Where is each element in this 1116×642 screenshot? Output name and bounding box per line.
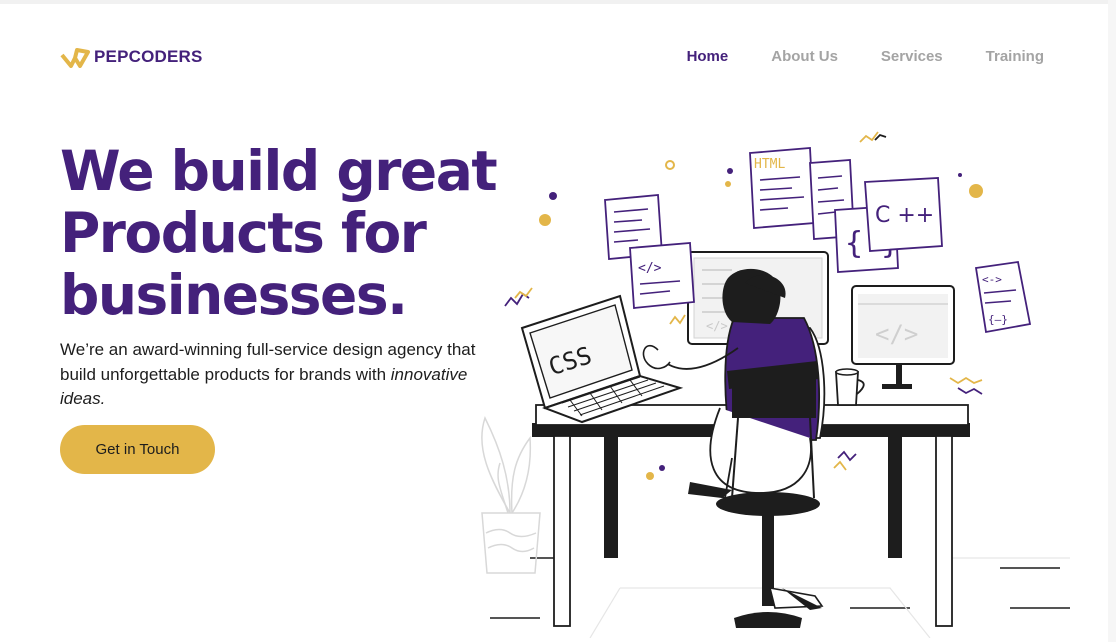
doc-html-label: HTML (754, 157, 785, 172)
get-in-touch-button[interactable]: Get in Touch (60, 425, 215, 474)
hero-title-line-1: We build great (60, 139, 498, 203)
right-monitor: </> (851, 285, 955, 389)
scrollbar-track[interactable] (1108, 0, 1116, 642)
doc-cpp-label: C ++ (875, 203, 934, 228)
developer-at-desk-illustration: CSS </> </> </> HTML {C ++ <-> {—} (481, 131, 1070, 638)
plant-pot-icon (481, 416, 541, 574)
nav-link-services[interactable]: Services (881, 48, 943, 65)
monitor-code-tag-right: </> (875, 320, 918, 348)
nav-link-home[interactable]: Home (687, 48, 729, 65)
nav-link-training[interactable]: Training (986, 48, 1044, 65)
doc-small-brace: {—} (988, 313, 1008, 326)
doc-small-tag: <-> (982, 273, 1002, 286)
hero-title: We build great Products for businesses. (60, 140, 520, 326)
hero-subtitle: We’re an award-winning full-service desi… (60, 338, 490, 412)
brand-name: PEPCODERS (94, 47, 203, 66)
coffee-mug-icon (835, 368, 865, 406)
logo-icon (60, 48, 90, 68)
browser-top-strip (0, 0, 1116, 4)
nav-link-about-us[interactable]: About Us (771, 48, 838, 65)
hero-title-line-3: businesses. (60, 263, 408, 327)
doc-code-tag: </> (638, 261, 662, 276)
floor-perspective (589, 557, 1070, 638)
logo[interactable]: PEPCODERS (60, 46, 203, 68)
hero-title-line-2: Products for (60, 201, 427, 265)
monitor-code-tag: </> (706, 319, 728, 333)
main-nav: Home About Us Services Training (687, 48, 1044, 65)
